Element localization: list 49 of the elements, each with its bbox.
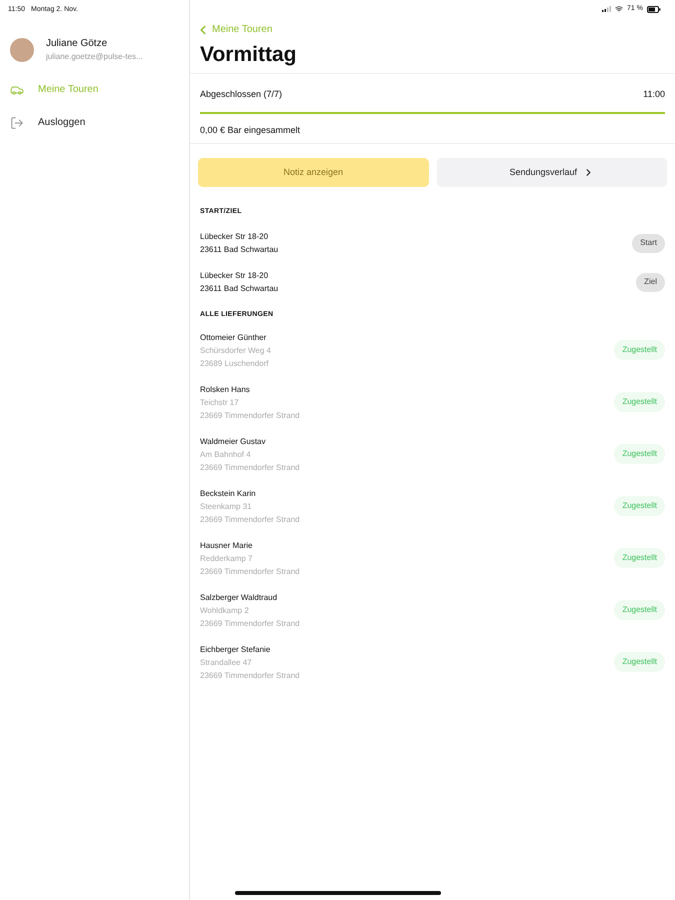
address-city: 23669 Timmendorfer Strand: [200, 618, 300, 630]
address-street: Am Bahnhof 4: [200, 448, 252, 460]
back-link[interactable]: Meine Touren: [190, 22, 272, 37]
recipient-name: Eichberger Stefanie: [200, 644, 272, 656]
avatar: [10, 38, 34, 62]
status-tag: Zugestellt: [614, 444, 665, 464]
address-city: 23689 Luschendorf: [200, 358, 270, 370]
sidebar-item[interactable]: Meine Touren: [0, 73, 189, 106]
status-tag: Zugestellt: [614, 340, 665, 360]
address-street: Teichstr 17: [200, 396, 240, 408]
address-city: 23611 Bad Schwartau: [200, 244, 278, 256]
address-street: Steenkamp 31: [200, 500, 253, 512]
address-street: Schürsdorfer Weg 4: [200, 344, 271, 356]
sidebar-item[interactable]: Ausloggen: [0, 106, 189, 139]
logout-icon: [10, 116, 24, 130]
route-tag: Ziel: [636, 272, 665, 292]
battery-icon: [647, 6, 661, 12]
route-tag: Start: [632, 234, 665, 252]
address-street: Redderkamp 7: [200, 552, 254, 564]
status-tag: Zugestellt: [614, 600, 665, 620]
address-city: 23611 Bad Schwartau: [200, 283, 278, 295]
page-title: Vormittag: [199, 42, 298, 68]
address-city: 23669 Timmendorfer Strand: [200, 514, 300, 526]
address-street: Strandallee 47: [200, 656, 253, 668]
signal-icon: [602, 6, 612, 12]
wifi-icon: [615, 5, 624, 13]
status-tag: Zugestellt: [614, 496, 665, 516]
cash-collected: 0,00 € Bar eingesammelt: [199, 124, 302, 137]
history-button[interactable]: Sendungsverlauf: [436, 158, 667, 187]
recipient-name: Beckstein Karin: [200, 488, 257, 500]
address-street: Lübecker Str 18-20: [200, 231, 270, 243]
user-email: juliane.goetze@pulse-tes...: [46, 51, 143, 63]
recipient-name: Hausner Marie: [200, 540, 254, 552]
status-tag: Zugestellt: [614, 548, 665, 568]
recipient-name: Waldmeier Gustav: [200, 436, 266, 448]
address-city: 23669 Timmendorfer Strand: [200, 410, 300, 422]
status-tag: Zugestellt: [614, 392, 665, 412]
recipient-name: Rolsken Hans: [200, 384, 251, 396]
user-name: Juliane Götze: [46, 37, 108, 51]
address-street: Wohldkamp 2: [200, 604, 250, 616]
address-street: Lübecker Str 18-20: [200, 270, 270, 282]
recipient-name: Ottomeier Günther: [200, 332, 268, 344]
address-city: 23669 Timmendorfer Strand: [200, 670, 300, 682]
progress-time: 11:00: [643, 88, 665, 101]
status-tag: Zugestellt: [614, 652, 665, 672]
address-city: 23669 Timmendorfer Strand: [200, 462, 300, 474]
progress-label: Abgeschlossen (7/7): [200, 88, 282, 101]
recipient-name: Salzberger Waldtraud: [200, 592, 278, 604]
address-city: 23669 Timmendorfer Strand: [200, 566, 300, 578]
